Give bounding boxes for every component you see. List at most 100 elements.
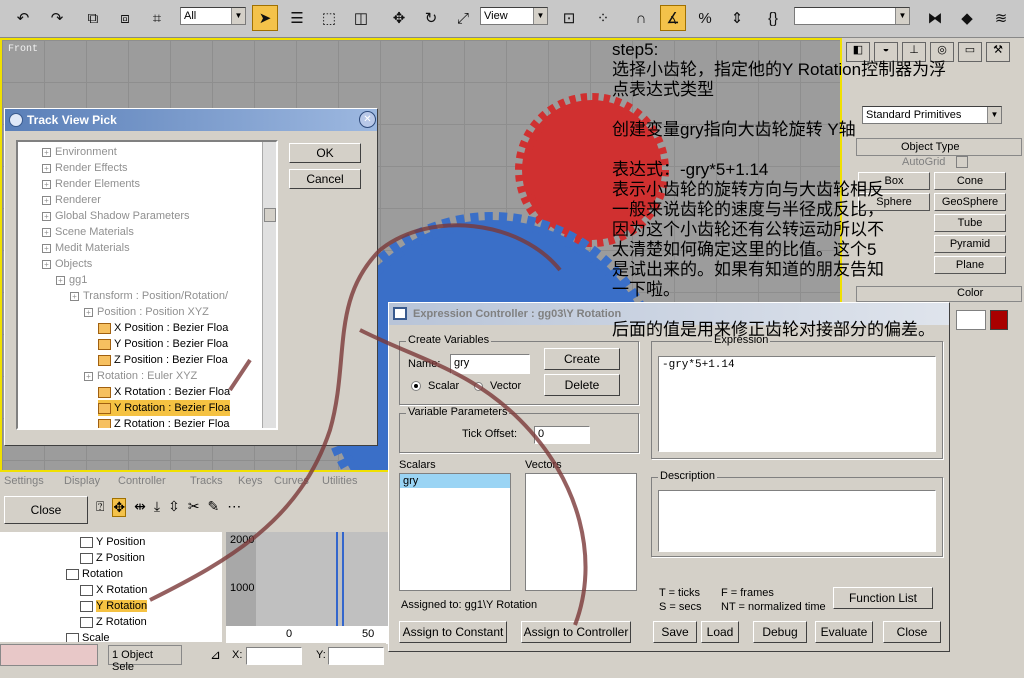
scale-values-icon[interactable]: ⇳ <box>168 498 180 517</box>
maxscript-listener[interactable] <box>0 644 98 666</box>
named-selection-dropdown[interactable]: ▼ <box>794 7 910 25</box>
name-field[interactable] <box>956 310 986 330</box>
manipulate-icon[interactable]: ⁘ <box>590 5 616 31</box>
scalars-list[interactable]: gry <box>399 473 511 591</box>
scale-icon[interactable]: ⤢ <box>450 5 476 31</box>
expand-icon[interactable]: + <box>42 211 51 221</box>
track-tree-item[interactable]: X Position : Bezier Floa <box>98 320 228 336</box>
select-by-name-icon[interactable]: ☰ <box>284 5 310 31</box>
curve-menu-item[interactable]: Utilities <box>322 475 357 487</box>
track-tree-item[interactable]: Y Position : Bezier Floa <box>98 336 228 352</box>
add-keys-icon[interactable]: ✂ <box>188 498 200 517</box>
curve-menu-item[interactable]: Controller <box>118 475 166 487</box>
curve-tree-item[interactable]: Scale <box>66 630 110 642</box>
close-icon[interactable]: ✕ <box>359 111 376 128</box>
track-tree-item[interactable]: + Transform : Position/Rotation/ <box>70 288 228 304</box>
scale-keys-icon[interactable]: ⤓ <box>154 498 160 517</box>
selection-filter-dropdown[interactable]: All ▼ <box>180 7 246 25</box>
expand-icon[interactable]: + <box>42 179 51 189</box>
track-tree-item[interactable]: + Environment <box>42 144 117 160</box>
curve-tree-item[interactable]: Y Position <box>80 534 145 550</box>
scalar-radio[interactable] <box>412 382 420 390</box>
function-list-button[interactable]: Function List <box>833 587 933 609</box>
percent-snap-icon[interactable]: % <box>692 5 718 31</box>
curve-menu-item[interactable]: Display <box>64 475 100 487</box>
curve-menu-item[interactable]: Settings <box>4 475 44 487</box>
track-tree-item[interactable]: Z Position : Bezier Floa <box>98 352 228 368</box>
track-tree-item[interactable]: + Render Effects <box>42 160 128 176</box>
align-icon[interactable]: ◆ <box>954 5 980 31</box>
reference-coord-dropdown[interactable]: View ▼ <box>480 7 548 25</box>
vector-radio[interactable] <box>474 382 483 391</box>
track-tree-item[interactable]: + Renderer <box>42 192 101 208</box>
scrollbar-thumb[interactable] <box>264 208 276 222</box>
select-object-icon[interactable]: ➤ <box>252 5 278 31</box>
description-textarea[interactable] <box>658 490 936 552</box>
curve-tree-item[interactable]: Z Rotation <box>80 614 147 630</box>
delete-button[interactable]: Delete <box>544 374 620 396</box>
curve-tree-item[interactable]: X Rotation <box>80 582 147 598</box>
tree-scrollbar[interactable] <box>262 142 276 428</box>
debug-button[interactable]: Debug <box>753 621 807 643</box>
assign-constant-button[interactable]: Assign to Constant <box>399 621 507 643</box>
link-icon[interactable]: ⧉ <box>80 5 106 31</box>
cancel-button[interactable]: Cancel <box>289 169 361 189</box>
color-swatch[interactable] <box>990 310 1008 330</box>
expand-icon[interactable]: + <box>42 227 51 237</box>
curve-menu-item[interactable]: Curves <box>274 475 309 487</box>
lock-icon[interactable]: ⊿ <box>210 647 221 663</box>
expand-icon[interactable]: + <box>42 195 51 205</box>
curve-tree-item[interactable]: Z Position <box>80 550 145 566</box>
slide-keys-icon[interactable]: ⇹ <box>134 498 146 517</box>
filter-icon[interactable]: ⍰ <box>96 498 104 517</box>
mirror-icon[interactable]: ⧓ <box>922 5 948 31</box>
track-tree-item[interactable]: + Position : Position XYZ <box>84 304 209 320</box>
variable-name-input[interactable]: gry <box>450 354 530 374</box>
move-icon[interactable]: ✥ <box>386 5 412 31</box>
rotate-icon[interactable]: ↻ <box>418 5 444 31</box>
expand-icon[interactable]: + <box>56 275 65 285</box>
x-coord-field[interactable] <box>246 647 302 665</box>
expand-icon[interactable]: + <box>42 243 51 253</box>
rect-selection-icon[interactable]: ⬚ <box>316 5 342 31</box>
assign-controller-button[interactable]: Assign to Controller <box>521 621 631 643</box>
expand-icon[interactable]: + <box>84 371 93 381</box>
track-tree-item[interactable]: + Medit Materials <box>42 240 130 256</box>
window-crossing-icon[interactable]: ◫ <box>348 5 374 31</box>
curve-tree-item[interactable]: Y Rotation <box>80 598 148 614</box>
expand-icon[interactable]: + <box>84 307 93 317</box>
utilities-tab-icon[interactable]: ⚒ <box>986 42 1010 62</box>
curve-graph[interactable]: 2000 1000 0 50 <box>226 532 388 644</box>
snap-toggle-icon[interactable]: ∩ <box>628 5 654 31</box>
track-tree-item[interactable]: + Scene Materials <box>42 224 134 240</box>
track-tree-item[interactable]: + Objects <box>42 256 92 272</box>
scalar-item[interactable]: gry <box>400 474 510 488</box>
reduce-keys-icon[interactable]: ⋯ <box>227 498 241 517</box>
curve-menu-item[interactable]: Tracks <box>190 475 223 487</box>
expand-icon[interactable]: + <box>42 163 51 173</box>
curve-close-button[interactable]: Close <box>4 496 88 524</box>
vectors-list[interactable] <box>525 473 637 591</box>
spinner-snap-icon[interactable]: ⇕ <box>724 5 750 31</box>
expression-textarea[interactable]: -gry*5+1.14 <box>658 356 936 452</box>
expand-icon[interactable]: + <box>42 259 51 269</box>
autogrid-checkbox[interactable] <box>956 156 968 168</box>
ok-button[interactable]: OK <box>289 143 361 163</box>
load-button[interactable]: Load <box>701 621 739 643</box>
track-tree-item[interactable]: + Render Elements <box>42 176 140 192</box>
curve-tree-item[interactable]: Rotation <box>66 566 123 582</box>
track-tree-item[interactable]: + Rotation : Euler XYZ <box>84 368 197 384</box>
display-tab-icon[interactable]: ▭ <box>958 42 982 62</box>
y-coord-field[interactable] <box>328 647 384 665</box>
unlink-icon[interactable]: ⧈ <box>112 5 138 31</box>
create-button[interactable]: Create <box>544 348 620 370</box>
move-keys-icon[interactable]: ✥ <box>112 498 127 517</box>
track-tree-item[interactable]: Z Rotation : Bezier Floa <box>98 416 230 428</box>
redo-icon[interactable]: ↷ <box>44 5 70 31</box>
expand-icon[interactable]: + <box>70 291 79 301</box>
track-tree-item[interactable]: + gg1 <box>56 272 87 288</box>
track-tree-item[interactable]: + Global Shadow Parameters <box>42 208 190 224</box>
track-tree-item[interactable]: Y Rotation : Bezier Floa <box>98 400 230 416</box>
track-tree-item[interactable]: X Rotation : Bezier Floa <box>98 384 230 400</box>
layer-manager-icon[interactable]: ≋ <box>988 5 1014 31</box>
